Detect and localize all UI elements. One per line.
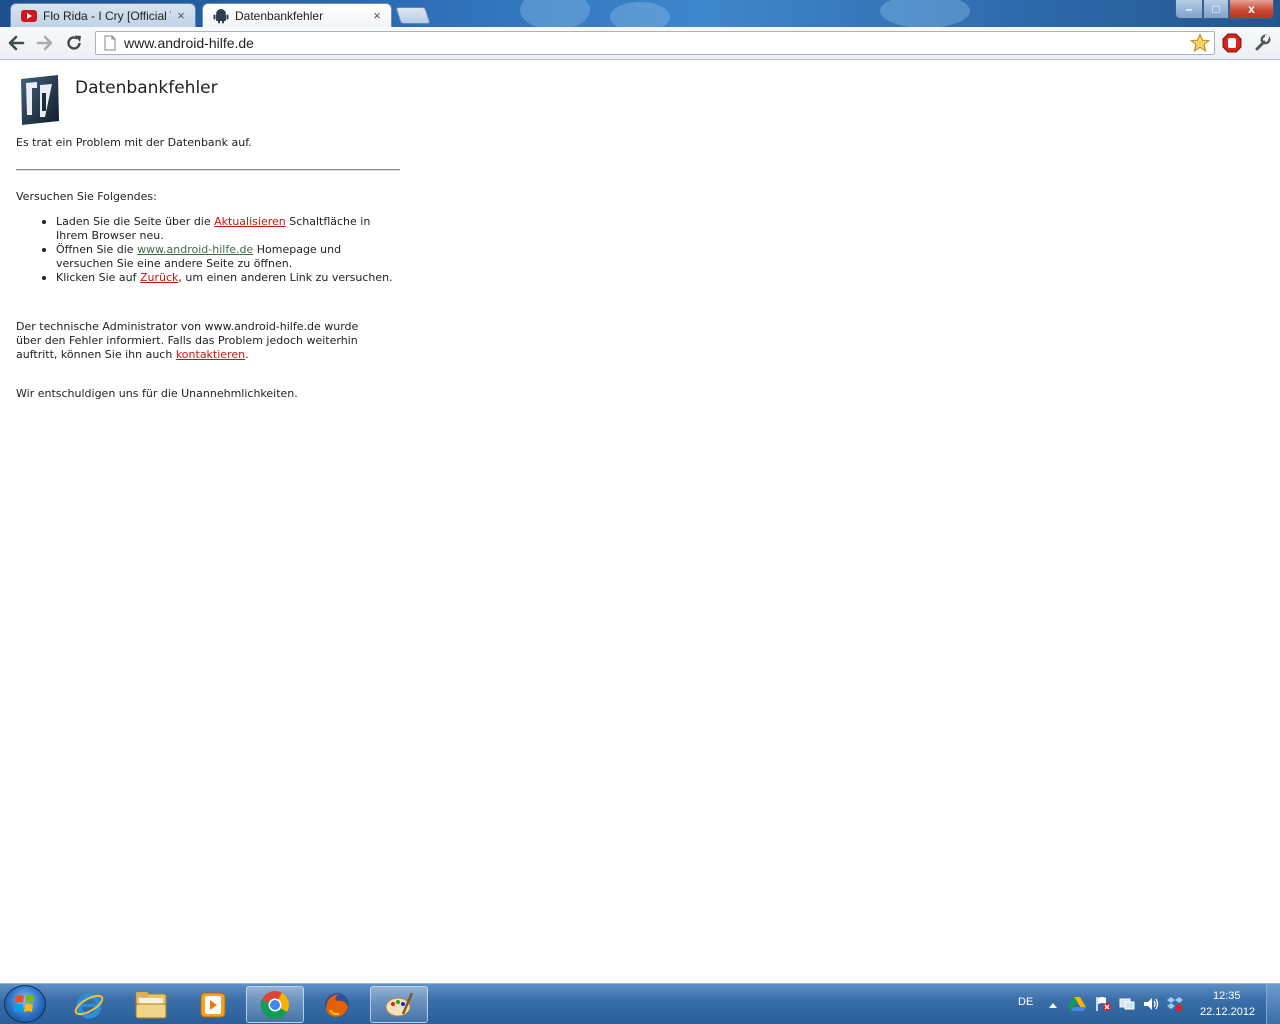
list-item: Laden Sie die Seite über die Aktualisier…	[40, 215, 400, 243]
error-intro: Es trat ein Problem mit der Datenbank au…	[16, 136, 252, 149]
browser-titlebar: Flo Rida - I Cry [Official Vi × Datenban…	[0, 0, 1280, 27]
android-icon	[213, 8, 229, 23]
maximize-button[interactable]: □	[1203, 0, 1229, 19]
action-center-flag-icon[interactable]	[1094, 996, 1112, 1012]
web-page: Datenbankfehler Es trat ein Problem mit …	[0, 61, 1280, 983]
adblock-icon	[1222, 33, 1242, 53]
address-bar[interactable]: www.android-hilfe.de	[95, 31, 1215, 55]
browser-toolbar: www.android-hilfe.de	[0, 27, 1280, 60]
tab-youtube[interactable]: Flo Rida - I Cry [Official Vi ×	[10, 3, 196, 27]
homepage-link[interactable]: www.android-hilfe.de	[137, 243, 253, 256]
show-hidden-icons-icon[interactable]	[1048, 1001, 1058, 1009]
back-arrow-icon	[8, 35, 25, 51]
tab-close-icon[interactable]: ×	[175, 9, 187, 22]
back-button[interactable]	[4, 31, 28, 55]
taskbar-firefox[interactable]	[308, 986, 366, 1023]
forward-button[interactable]	[33, 31, 57, 55]
media-player-icon	[200, 992, 226, 1017]
taskbar-windows-explorer[interactable]	[122, 986, 180, 1023]
suggestion-list: Laden Sie die Seite über die Aktualisier…	[40, 215, 400, 285]
new-tab-button[interactable]	[395, 7, 431, 24]
list-item: Öffnen Sie die www.android-hilfe.de Home…	[40, 243, 400, 271]
adblock-extension-button[interactable]	[1220, 31, 1244, 55]
taskbar-paint[interactable]	[370, 986, 428, 1023]
close-button[interactable]: x	[1229, 0, 1274, 19]
taskbar-media-player[interactable]	[184, 986, 242, 1023]
language-indicator[interactable]: DE	[1018, 996, 1033, 1008]
paint-icon	[385, 992, 414, 1016]
taskbar: DE 12:35 22.12.2012	[0, 983, 1280, 1024]
chrome-icon	[260, 990, 289, 1019]
clock-date[interactable]: 22.12.2012	[1200, 1006, 1255, 1018]
firefox-icon	[325, 992, 349, 1017]
menu-button[interactable]	[1250, 31, 1274, 55]
reload-icon	[67, 35, 81, 50]
window-controls: – □ x	[1175, 0, 1274, 19]
dropbox-icon[interactable]	[1166, 996, 1184, 1012]
volume-icon[interactable]	[1142, 996, 1160, 1012]
clock-time[interactable]: 12:35	[1213, 990, 1241, 1002]
network-icon[interactable]	[1118, 996, 1136, 1012]
start-button[interactable]	[4, 985, 46, 1023]
taskbar-internet-explorer[interactable]	[60, 986, 118, 1023]
windows-explorer-icon	[135, 991, 167, 1018]
internet-explorer-icon	[74, 993, 104, 1018]
list-item-text: , um einen anderen Link zu versuchen.	[178, 271, 393, 284]
refresh-link[interactable]: Aktualisieren	[214, 215, 286, 228]
site-logo-icon	[21, 75, 59, 125]
titlebar-glow	[880, 0, 970, 27]
page-icon	[104, 35, 116, 51]
windows-logo-icon	[14, 995, 34, 1012]
tab-datenbankfehler[interactable]: Datenbankfehler ×	[202, 3, 392, 27]
forward-arrow-icon	[36, 35, 53, 51]
admin-notice-text: .	[245, 348, 249, 361]
tab-close-icon[interactable]: ×	[371, 9, 383, 22]
wrench-icon	[1255, 34, 1271, 51]
show-desktop-button[interactable]	[1266, 984, 1280, 1024]
list-item-text: Klicken Sie auf	[56, 271, 140, 284]
url-text: www.android-hilfe.de	[124, 35, 254, 51]
page-title: Datenbankfehler	[75, 78, 218, 98]
bookmark-star-icon[interactable]	[1190, 33, 1210, 53]
taskbar-chrome[interactable]	[246, 986, 304, 1023]
google-drive-icon[interactable]	[1068, 996, 1086, 1012]
titlebar-glow	[520, 0, 590, 27]
reload-button[interactable]	[62, 31, 86, 55]
minimize-button[interactable]: –	[1175, 0, 1203, 19]
tab-title: Flo Rida - I Cry [Official Vi	[43, 8, 171, 23]
try-heading: Versuchen Sie Folgendes:	[16, 190, 157, 203]
tab-title: Datenbankfehler	[235, 8, 324, 23]
apology-text: Wir entschuldigen uns für die Unannehmli…	[16, 387, 298, 400]
divider	[16, 169, 400, 171]
list-item: Klicken Sie auf Zurück, um einen anderen…	[40, 271, 400, 285]
contact-link[interactable]: kontaktieren	[176, 348, 245, 361]
list-item-text: Laden Sie die Seite über die	[56, 215, 215, 228]
list-item-text: Öffnen Sie die	[56, 243, 138, 256]
admin-notice: Der technische Administrator von www.and…	[16, 320, 386, 362]
back-link[interactable]: Zurück	[140, 271, 178, 284]
youtube-icon	[21, 9, 37, 22]
titlebar-glow	[610, 2, 670, 27]
